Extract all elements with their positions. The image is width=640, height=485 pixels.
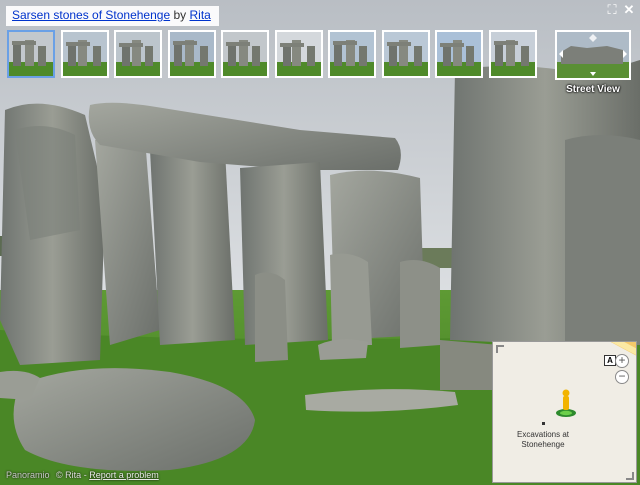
- photo-title-bar: Sarsen stones of Stonehenge by Rita: [6, 6, 219, 26]
- thumbnail-image: [490, 32, 535, 76]
- thumbnail-image: [9, 32, 53, 76]
- photo-thumbnail[interactable]: [381, 30, 430, 78]
- thumbnail-image: [116, 32, 160, 76]
- photo-title-link[interactable]: Sarsen stones of Stonehenge: [12, 8, 170, 22]
- photo-thumbnail[interactable]: [221, 30, 269, 78]
- copyright-text: © Rita: [56, 470, 82, 480]
- photo-footer: Panoramio © Rita - Report a problem: [6, 470, 159, 482]
- map-collapse-icon[interactable]: [496, 345, 504, 353]
- report-problem-link[interactable]: Report a problem: [89, 470, 159, 480]
- mini-map[interactable]: A + − Excavations at Stonehenge: [492, 341, 637, 483]
- photo-thumbnail[interactable]: [7, 30, 55, 78]
- thumbnail-image: [276, 32, 321, 76]
- thumbnail-image: [169, 32, 214, 76]
- thumbnail-image: [383, 32, 428, 76]
- close-icon[interactable]: ✕: [622, 3, 636, 17]
- zoom-in-button[interactable]: +: [615, 354, 629, 368]
- zoom-out-button[interactable]: −: [615, 370, 629, 384]
- street-view-label[interactable]: Street View: [555, 84, 631, 95]
- map-place-label[interactable]: Excavations at Stonehenge: [507, 430, 579, 450]
- thumbnail-image: [437, 32, 481, 76]
- thumbnail-image: [330, 32, 374, 76]
- photo-thumbnail[interactable]: [60, 30, 109, 78]
- street-view-preview: [557, 32, 629, 78]
- thumbnail-image: [62, 32, 107, 76]
- by-label: by: [173, 8, 187, 22]
- street-view-thumbnail[interactable]: [555, 30, 631, 80]
- fullscreen-icon[interactable]: ⛶: [605, 3, 619, 17]
- thumbnail-image: [223, 32, 267, 76]
- location-marker: [542, 422, 545, 425]
- brand-logo: Panoramio: [6, 470, 50, 480]
- photo-thumbnail[interactable]: [167, 30, 216, 78]
- map-resize-handle[interactable]: [626, 472, 634, 480]
- author-link[interactable]: Rita: [190, 8, 211, 22]
- pegman-icon[interactable]: [555, 388, 577, 423]
- photo-thumbnail[interactable]: [274, 30, 323, 78]
- photo-thumbnail[interactable]: [114, 30, 162, 78]
- photo-thumbnail[interactable]: [328, 30, 376, 78]
- photo-thumbnail[interactable]: [435, 30, 483, 78]
- footer-separator: -: [83, 470, 87, 480]
- photo-thumbnail[interactable]: [488, 30, 537, 78]
